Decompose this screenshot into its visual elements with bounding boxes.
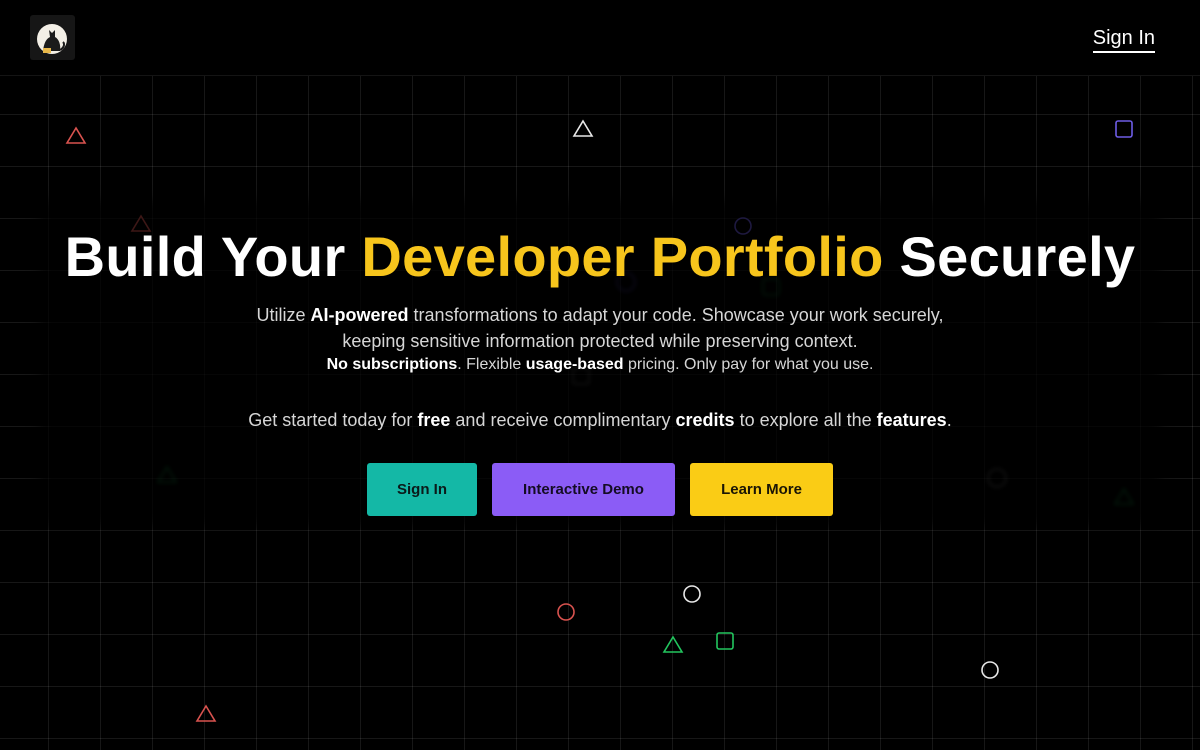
cta-text-2: and receive complimentary (450, 410, 676, 430)
cta-buttons: Sign In Interactive Demo Learn More (0, 463, 1200, 516)
desc-text-2: transformations to adapt your code. Show… (342, 305, 944, 351)
note-text-2: pricing. Only pay for what you use. (623, 356, 874, 373)
hero-description: Utilize AI-powered transformations to ad… (250, 302, 950, 354)
cta-bold-1: free (417, 410, 451, 430)
triangle-icon (572, 119, 594, 137)
cta-text: Get started today for free and receive c… (0, 407, 1200, 433)
triangle-icon (195, 704, 217, 722)
cta-bold-3: features (876, 410, 947, 430)
pricing-note: No subscriptions. Flexible usage-based p… (0, 354, 1200, 376)
square-icon (716, 632, 734, 650)
page-title: Build Your Developer Portfolio Securely (0, 222, 1200, 292)
title-part-1: Build Your (64, 225, 362, 288)
square-icon (1115, 120, 1133, 138)
top-bar: Sign In (0, 0, 1200, 76)
triangle-icon (65, 126, 87, 144)
cta-text-4: . (946, 410, 952, 430)
hero-section: Build Your Developer Portfolio Securely … (0, 210, 1200, 516)
triangle-icon (662, 635, 684, 653)
cta-text-3: to explore all the (734, 410, 877, 430)
circle-icon (683, 585, 701, 603)
sign-in-button[interactable]: Sign In (367, 463, 477, 516)
cta-text-1: Get started today for (248, 410, 418, 430)
circle-icon (981, 661, 999, 679)
note-bold-2: usage-based (525, 356, 624, 373)
interactive-demo-button[interactable]: Interactive Demo (492, 463, 675, 516)
learn-more-button[interactable]: Learn More (690, 463, 833, 516)
circle-icon (557, 603, 575, 621)
header-sign-in-link[interactable]: Sign In (1092, 26, 1155, 53)
desc-bold-1: AI-powered (310, 305, 409, 325)
note-text-1: . Flexible (457, 356, 526, 373)
cat-logo-icon[interactable] (30, 15, 75, 60)
note-bold-1: No subscriptions (326, 356, 458, 373)
desc-text-1: Utilize (256, 305, 311, 325)
title-part-2: Securely (883, 225, 1136, 288)
cta-bold-2: credits (675, 410, 735, 430)
title-accent: Developer Portfolio (361, 225, 884, 288)
